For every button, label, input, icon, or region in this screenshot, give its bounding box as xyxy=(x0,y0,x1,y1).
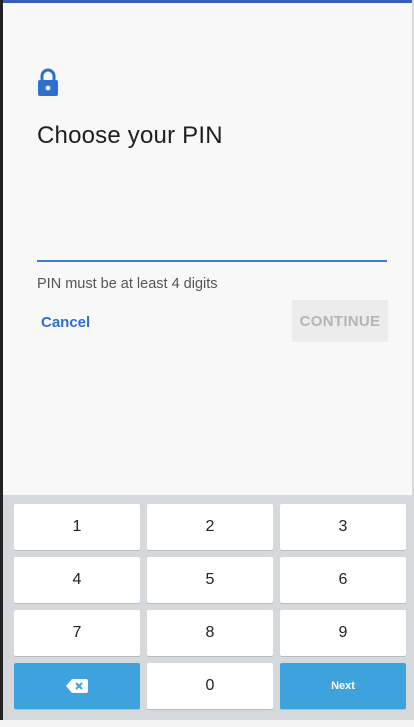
numeric-keyboard: 1 2 3 4 5 6 7 8 9 0 Next xyxy=(3,495,412,720)
key-9[interactable]: 9 xyxy=(280,610,406,656)
pin-hint-text: PIN must be at least 4 digits xyxy=(37,276,218,292)
status-accent-bar xyxy=(0,0,414,3)
bottom-strip xyxy=(0,720,414,727)
key-4[interactable]: 4 xyxy=(14,557,140,603)
key-1[interactable]: 1 xyxy=(14,504,140,550)
key-2[interactable]: 2 xyxy=(147,504,273,550)
next-key-label: Next xyxy=(331,680,355,692)
next-key[interactable]: Next xyxy=(280,663,406,709)
backspace-icon xyxy=(66,679,88,693)
page-title: Choose your PIN xyxy=(37,122,223,149)
key-8[interactable]: 8 xyxy=(147,610,273,656)
key-7[interactable]: 7 xyxy=(14,610,140,656)
key-3[interactable]: 3 xyxy=(280,504,406,550)
key-6[interactable]: 6 xyxy=(280,557,406,603)
pin-input[interactable] xyxy=(37,226,387,262)
continue-button[interactable]: CONTINUE xyxy=(292,300,388,342)
backspace-key[interactable] xyxy=(14,663,140,709)
key-0[interactable]: 0 xyxy=(147,663,273,709)
key-5[interactable]: 5 xyxy=(147,557,273,603)
cancel-button[interactable]: Cancel xyxy=(37,310,94,334)
pin-setup-screen: Choose your PIN PIN must be at least 4 d… xyxy=(0,0,414,727)
lock-icon xyxy=(38,68,58,96)
